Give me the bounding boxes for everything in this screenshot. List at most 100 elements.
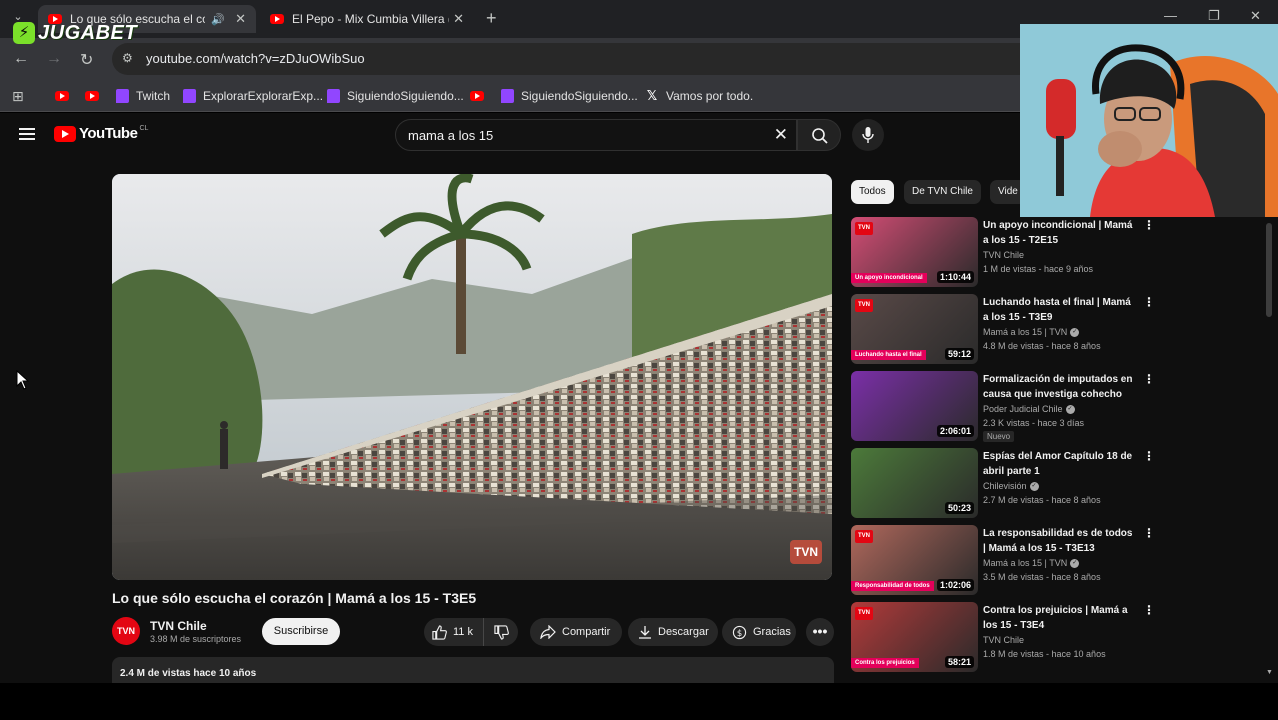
bookmark-explorar[interactable]: ExplorarExplorarExp...: [183, 86, 323, 106]
sponsor-logo: ⚡ JUGABET: [13, 22, 137, 44]
related-video-stats: 2.7 M de vistas - hace 8 años: [983, 495, 1101, 505]
more-actions-icon[interactable]: •••: [806, 618, 834, 646]
channel-name: Chilevisión: [983, 481, 1027, 491]
minimize-icon[interactable]: —: [1164, 8, 1177, 23]
related-video-channel[interactable]: TVN Chile: [983, 635, 1024, 645]
tab-title: El Pepo - Mix Cumbia Villera (Éx: [292, 12, 450, 26]
related-video-channel[interactable]: Mamá a los 15 | TVN ✓: [983, 327, 1080, 338]
menu-icon[interactable]: [19, 128, 35, 140]
video-player[interactable]: TVN: [112, 174, 832, 580]
related-video-item[interactable]: 2:06:01 Formalización de imputados en cau…: [851, 371, 1155, 442]
related-video-thumbnail[interactable]: 2:06:01: [851, 371, 978, 441]
related-video-item[interactable]: 50:23 Espías del Amor Capítulo 18 de abri…: [851, 448, 1155, 518]
related-video-stats: 1.8 M de vistas - hace 10 años: [983, 649, 1106, 659]
bookmark-label: ExplorarExplorarExp...: [203, 89, 324, 103]
verified-check-icon: ✓: [1070, 328, 1080, 338]
apps-grid-icon[interactable]: ⊞: [12, 88, 24, 105]
search-query[interactable]: mama a los 15: [408, 128, 493, 143]
more-options-icon[interactable]: ⋮: [1143, 526, 1155, 540]
omnibox[interactable]: ⚙ youtube.com/watch?v=zDJuOWibSuo: [112, 43, 1162, 75]
mouse-cursor-icon: [16, 370, 30, 390]
chip-all[interactable]: Todos: [851, 180, 894, 204]
thumbs-up-icon: [432, 624, 447, 640]
bookmark-label: SiguiendoSiguiendo...: [347, 89, 464, 103]
close-tab-icon[interactable]: ✕: [235, 11, 246, 27]
bookmark-youtube[interactable]: [85, 86, 99, 106]
related-video-title[interactable]: Un apoyo incondicional | Mamá a los 15 -…: [983, 218, 1133, 248]
bookmark-youtube[interactable]: [55, 86, 69, 106]
speaker-icon[interactable]: 🔊: [211, 13, 225, 26]
related-video-channel[interactable]: TVN Chile: [983, 250, 1024, 260]
related-video-stats: 2.3 K vistas - hace 3 días: [983, 418, 1085, 428]
chip-from-channel[interactable]: De TVN Chile: [904, 180, 981, 204]
youtube-logo[interactable]: YouTube CL: [54, 125, 148, 142]
reload-icon[interactable]: ↻: [80, 50, 93, 70]
related-video-item[interactable]: TVN Un apoyo incondicional 1:10:44 Un apoyo…: [851, 217, 1155, 287]
like-count: 11 k: [453, 626, 473, 638]
more-options-icon[interactable]: ⋮: [1143, 603, 1155, 617]
related-video-thumbnail[interactable]: TVN Responsabilidad de todos 1:02:06: [851, 525, 978, 595]
youtube-favicon-icon: [270, 14, 284, 24]
more-options-icon[interactable]: ⋮: [1143, 372, 1155, 386]
restore-icon[interactable]: ❐: [1208, 8, 1220, 24]
related-video-title[interactable]: Formalización de imputados en causa que …: [983, 372, 1133, 402]
verified-check-icon: ✓: [1029, 482, 1039, 492]
forward-icon[interactable]: →: [46, 50, 62, 68]
tvn-logo-icon: TVN: [855, 607, 873, 620]
related-video-item[interactable]: TVN Luchando hasta el final 59:12 Luchando …: [851, 294, 1155, 364]
bookmark-youtube[interactable]: [470, 86, 484, 106]
microphone-icon: [862, 127, 874, 143]
thanks-button[interactable]: $ Gracias: [722, 618, 796, 646]
back-icon[interactable]: ←: [13, 50, 29, 68]
related-video-item[interactable]: TVN Contra los prejuicios 58:21 Contra los …: [851, 602, 1155, 672]
share-button[interactable]: Compartir: [530, 618, 622, 646]
channel-name: Mamá a los 15 | TVN: [983, 558, 1068, 568]
bookmark-siguiendo[interactable]: SiguiendoSiguiendo...: [327, 86, 464, 106]
search-input[interactable]: mama a los 15 ✕: [395, 119, 797, 151]
related-video-title[interactable]: Espías del Amor Capítulo 18 de abril par…: [983, 449, 1133, 479]
related-video-thumbnail[interactable]: TVN Luchando hasta el final 59:12: [851, 294, 978, 364]
related-video-channel[interactable]: Mamá a los 15 | TVN ✓: [983, 558, 1080, 569]
related-video-thumbnail[interactable]: TVN Un apoyo incondicional 1:10:44: [851, 217, 978, 287]
new-tab-icon[interactable]: +: [486, 8, 497, 29]
channel-name[interactable]: TVN Chile: [150, 619, 207, 633]
voice-search-button[interactable]: [852, 119, 884, 151]
tab-inactive[interactable]: El Pepo - Mix Cumbia Villera (Éx ✕: [260, 5, 474, 33]
related-video-title[interactable]: Contra los prejuicios | Mamá a los 15 - …: [983, 603, 1133, 633]
scroll-down-icon[interactable]: ▼: [1266, 669, 1273, 676]
video-duration: 1:10:44: [936, 271, 974, 283]
description-box[interactable]: 2.4 M de vistas hace 10 años: [112, 657, 834, 683]
close-tab-icon[interactable]: ✕: [453, 11, 464, 27]
related-video-title[interactable]: Luchando hasta el final | Mamá a los 15 …: [983, 295, 1133, 325]
related-video-thumbnail[interactable]: TVN Contra los prejuicios 58:21: [851, 602, 978, 672]
site-info-icon[interactable]: ⚙: [122, 51, 133, 65]
channel-avatar[interactable]: TVN: [112, 617, 140, 645]
related-video-channel[interactable]: Chilevisión ✓: [983, 481, 1039, 492]
search-button[interactable]: [797, 119, 841, 151]
verified-check-icon: ✓: [1070, 559, 1080, 569]
more-options-icon[interactable]: ⋮: [1143, 295, 1155, 309]
download-button[interactable]: Descargar: [628, 618, 718, 646]
more-options-icon[interactable]: ⋮: [1143, 449, 1155, 463]
bookmark-label: SiguiendoSiguiendo...: [521, 89, 638, 103]
bookmark-siguiendo[interactable]: SiguiendoSiguiendo...: [501, 86, 638, 106]
streamer-webcam: [1020, 24, 1278, 217]
bookmark-label: Vamos por todo.: [666, 89, 754, 103]
like-button[interactable]: 11 k: [424, 618, 484, 646]
subscribe-button[interactable]: Suscribirse: [262, 618, 340, 645]
related-video-item[interactable]: TVN Responsabilidad de todos 1:02:06 La res…: [851, 525, 1155, 595]
thumbnail-caption: Responsabilidad de todos: [851, 581, 934, 591]
dislike-button[interactable]: [484, 624, 518, 640]
video-frame: [112, 174, 832, 580]
related-video-title[interactable]: La responsabilidad es de todos | Mamá a …: [983, 526, 1133, 556]
more-options-icon[interactable]: ⋮: [1143, 218, 1155, 232]
sidebar-scrollbar[interactable]: [1266, 223, 1272, 317]
url-text[interactable]: youtube.com/watch?v=zDJuOWibSuo: [146, 51, 365, 66]
clear-search-icon[interactable]: ✕: [774, 125, 788, 145]
related-video-thumbnail[interactable]: 50:23: [851, 448, 978, 518]
close-window-icon[interactable]: ✕: [1250, 8, 1261, 24]
bookmark-x[interactable]: 𝕏 Vamos por todo.: [645, 86, 753, 106]
related-video-channel[interactable]: Poder Judicial Chile ✓: [983, 404, 1075, 415]
new-badge: Nuevo: [983, 431, 1015, 442]
bookmark-twitch[interactable]: Twitch: [116, 86, 170, 106]
